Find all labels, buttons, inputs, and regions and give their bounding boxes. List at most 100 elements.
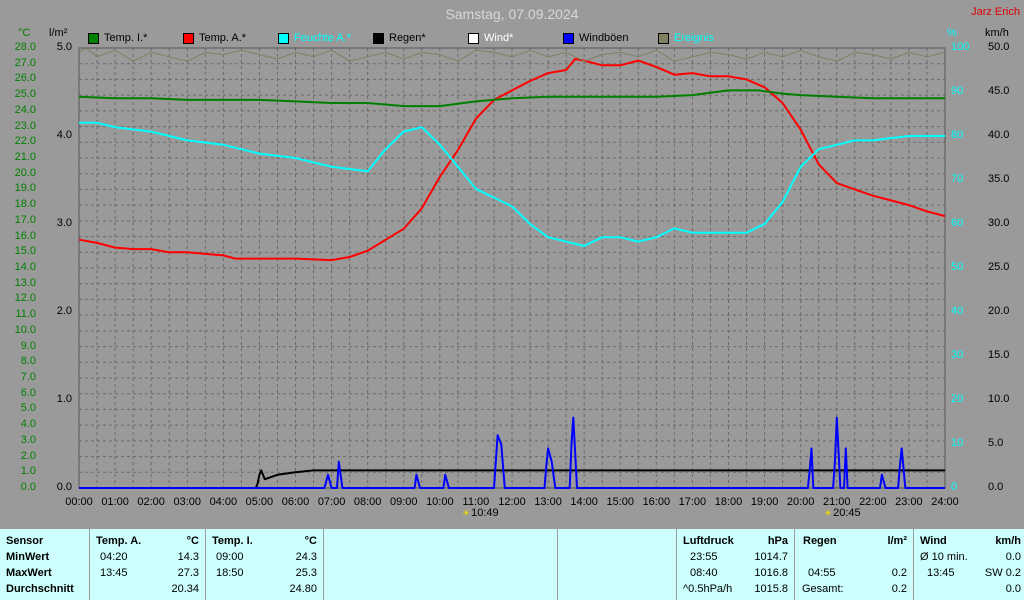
x-tick-label: 09:00 (389, 496, 418, 508)
temp-tick-label: 6.0 (20, 386, 36, 399)
temp-tick-label: 0.0 (20, 481, 36, 493)
temp-tick-label: 11.0 (15, 308, 36, 321)
humidity-tick-label: 40 (951, 305, 964, 317)
wind-avg: 0.0 (1005, 551, 1021, 563)
sunset-time: 20:45 (833, 507, 861, 519)
temp-tick-label: 27.0 (14, 56, 36, 69)
x-tick-label: 23:00 (895, 496, 923, 508)
temp-tick-label: 3.0 (20, 433, 36, 446)
sunrise-marker: ☀10:49 (462, 507, 499, 519)
temp-tick-label: 23.0 (14, 119, 36, 132)
temp-tick-label: 26.0 (14, 72, 36, 85)
wind-max-time: 13:45 (927, 567, 955, 579)
temp-tick-label: 2.0 (20, 449, 36, 462)
temp-a-min-time: 04:20 (100, 551, 128, 563)
pressure-min: 1014.7 (754, 551, 788, 563)
panel-pressure: Luftdruck hPa 23:55 1014.7 08:40 1016.8 ^0.… (677, 529, 794, 600)
x-tick-label: 07:00 (317, 496, 346, 508)
pressure-trend-label: ^0.5hPa/h (683, 583, 733, 595)
temp-tick-label: 10.0 (14, 323, 36, 336)
row-avg-label: Durchschnitt (6, 583, 74, 595)
x-tick-label: 20:00 (786, 496, 815, 508)
temp-tick-label: 20.0 (14, 166, 36, 179)
humidity-tick-label: 100 (951, 41, 970, 53)
x-tick-label: 19:00 (750, 496, 779, 508)
row-min-label: MinWert (6, 551, 50, 563)
temp-tick-label: 4.0 (20, 418, 36, 431)
wind-tick-label: 20.0 (988, 305, 1010, 317)
humidity-tick-label: 70 (951, 173, 964, 185)
temp-tick-label: 13.0 (14, 276, 36, 289)
temp-i-max-time: 18:50 (216, 567, 244, 579)
x-tick-label: 16:00 (642, 496, 671, 508)
wind-extra: 0.0 (1005, 583, 1021, 595)
humidity-tick-label: 60 (951, 217, 964, 229)
temp-a-avg: 20.34 (171, 583, 199, 595)
rain-tick-label: 0.0 (56, 481, 72, 493)
panel-empty-1 (324, 529, 557, 600)
x-tick-label: 17:00 (678, 496, 707, 508)
x-tick-label: 18:00 (714, 496, 743, 508)
x-tick-label: 03:00 (173, 496, 202, 508)
pressure-unit: hPa (767, 535, 788, 547)
panel-empty-2 (558, 529, 676, 600)
pressure-avg: 1015.8 (754, 583, 788, 595)
temp-i-avg: 24.80 (289, 583, 317, 595)
rain-total-label: Gesamt: (802, 583, 844, 595)
temp-tick-label: 16.0 (14, 229, 36, 242)
sunrise-icon: ☀ (462, 508, 471, 518)
rain-header: Regen (803, 535, 837, 547)
wind-tick-label: 15.0 (988, 349, 1010, 361)
rain-tick-label: 1.0 (56, 393, 72, 405)
rain-max-time: 04:55 (808, 567, 836, 579)
pressure-max-time: 08:40 (690, 567, 718, 579)
wind-max: SW 0.2 (984, 567, 1021, 579)
temp-tick-label: 18.0 (14, 198, 36, 211)
temp-i-min-time: 09:00 (216, 551, 244, 563)
rain-max: 0.2 (891, 567, 907, 579)
rain-total: 0.2 (891, 583, 907, 595)
wind-tick-label: 40.0 (988, 129, 1010, 141)
rain-unit-label: l/m² (887, 535, 907, 547)
humidity-tick-label: 20 (951, 393, 964, 405)
temp-tick-label: 22.0 (14, 135, 36, 148)
temp-tick-label: 19.0 (14, 182, 36, 195)
x-tick-label: 14:00 (570, 496, 598, 508)
humidity-tick-label: 50 (951, 261, 964, 273)
x-tick-label: 04:00 (209, 496, 238, 508)
x-tick-label: 05:00 (245, 496, 274, 508)
temp-a-header: Temp. A. (96, 535, 142, 547)
temp-i-max: 25.3 (295, 567, 317, 579)
temp-tick-label: 17.0 (14, 213, 36, 226)
temp-tick-label: 12.0 (14, 292, 36, 305)
wind-tick-label: 35.0 (988, 173, 1010, 185)
sunset-icon: ☀ (824, 508, 833, 518)
sensor-header: Sensor (6, 535, 44, 547)
pressure-max: 1016.8 (754, 567, 788, 579)
humidity-tick-label: 80 (951, 129, 964, 141)
humidity-tick-label: 90 (951, 85, 964, 97)
temp-tick-label: 8.0 (20, 355, 36, 368)
temp-i-min: 24.3 (295, 551, 317, 563)
wind-tick-label: 30.0 (988, 217, 1010, 229)
wind-avg-label: Ø 10 min. (920, 551, 968, 563)
temp-tick-label: 24.0 (14, 103, 36, 116)
wind-tick-label: 45.0 (988, 85, 1010, 97)
temp-tick-label: 21.0 (14, 151, 36, 163)
temp-a-max: 27.3 (177, 567, 199, 579)
x-tick-label: 08:00 (353, 496, 382, 508)
wind-tick-label: 25.0 (988, 261, 1010, 273)
wind-unit-label: km/h (995, 535, 1021, 547)
x-tick-label: 24:00 (931, 496, 959, 508)
wind-header: Wind (920, 535, 947, 547)
temp-tick-label: 25.0 (14, 88, 36, 101)
pressure-header: Luftdruck (683, 535, 734, 547)
rain-tick-label: 3.0 (56, 217, 72, 229)
humidity-tick-label: 0 (951, 481, 958, 493)
humidity-tick-label: 10 (951, 437, 964, 449)
temp-i-unit: °C (304, 535, 317, 547)
temp-tick-label: 14.0 (14, 261, 36, 273)
rain-tick-label: 4.0 (56, 129, 72, 141)
x-tick-label: 10:00 (426, 496, 454, 508)
x-tick-label: 02:00 (137, 496, 165, 508)
